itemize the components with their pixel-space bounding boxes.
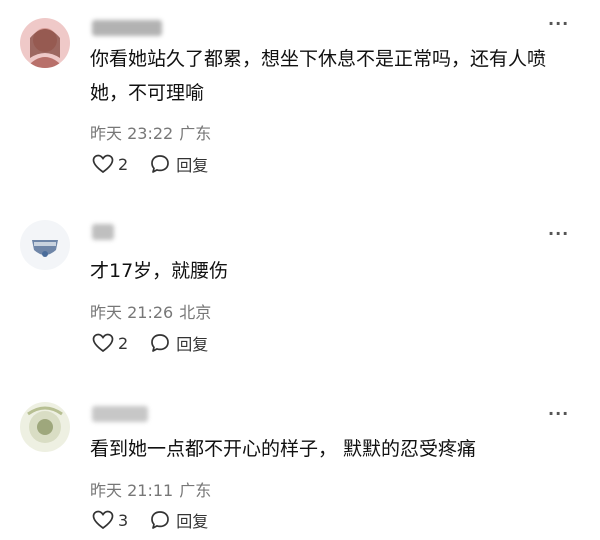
avatar[interactable]	[20, 18, 70, 68]
comment-1: ··· 你看她站久了都累，想坐下休息不是正常吗，还有人喷她，不可理喻 昨天 23…	[0, 0, 600, 182]
comment-location: 广东	[179, 124, 212, 143]
comment-text: 你看她站久了都累，想坐下休息不是正常吗，还有人喷她，不可理喻	[90, 48, 547, 104]
like-button[interactable]: 3	[92, 510, 128, 530]
avatar[interactable]	[20, 402, 70, 452]
more-options-button[interactable]: ···	[548, 404, 569, 423]
comment-time: 昨天 21:11	[90, 481, 174, 500]
chat-bubble-icon	[151, 334, 170, 352]
more-options-button[interactable]: ···	[548, 14, 569, 33]
comment-meta: 昨天 21:26 北京	[90, 299, 211, 323]
comment-time: 昨天 21:26	[90, 303, 174, 322]
like-count: 2	[118, 154, 129, 174]
like-button[interactable]: 2	[92, 154, 128, 174]
comment-3: ··· 看到她一点都不开心的样子， 默默的忍受疼痛 昨天 21:11 广东 3 回…	[0, 390, 600, 540]
comment-2: ··· 才17岁，就腰伤 昨天 21:26 北京 2 回复	[0, 210, 600, 370]
comment-actions: 3 回复	[92, 508, 208, 532]
comment-meta: 昨天 21:11 广东	[90, 477, 211, 501]
reply-label: 回复	[176, 335, 209, 354]
avatar[interactable]	[20, 220, 70, 270]
comment-meta: 昨天 23:22 广东	[90, 120, 211, 144]
like-button[interactable]: 2	[92, 333, 128, 353]
reply-button[interactable]: 回复	[150, 508, 208, 532]
comment-text: 才17岁，就腰伤	[90, 260, 229, 282]
heart-icon	[92, 154, 114, 174]
reply-button[interactable]: 回复	[150, 152, 208, 176]
comment-location: 广东	[179, 481, 212, 500]
username-blurred[interactable]	[92, 406, 148, 422]
username-blurred[interactable]	[92, 20, 162, 36]
comment-time: 昨天 23:22	[90, 124, 174, 143]
heart-icon	[92, 510, 114, 530]
username-blurred[interactable]	[92, 224, 114, 240]
like-count: 2	[118, 333, 129, 353]
reply-button[interactable]: 回复	[150, 331, 208, 355]
comment-actions: 2 回复	[92, 331, 208, 355]
chat-bubble-icon	[151, 155, 170, 173]
reply-label: 回复	[176, 512, 209, 531]
chat-bubble-icon	[151, 511, 170, 529]
reply-label: 回复	[176, 156, 209, 175]
like-count: 3	[118, 510, 129, 530]
more-options-button[interactable]: ···	[548, 224, 569, 243]
comment-text: 看到她一点都不开心的样子， 默默的忍受疼痛	[90, 438, 477, 460]
comment-location: 北京	[179, 303, 212, 322]
heart-icon	[92, 333, 114, 353]
comment-actions: 2 回复	[92, 152, 208, 176]
